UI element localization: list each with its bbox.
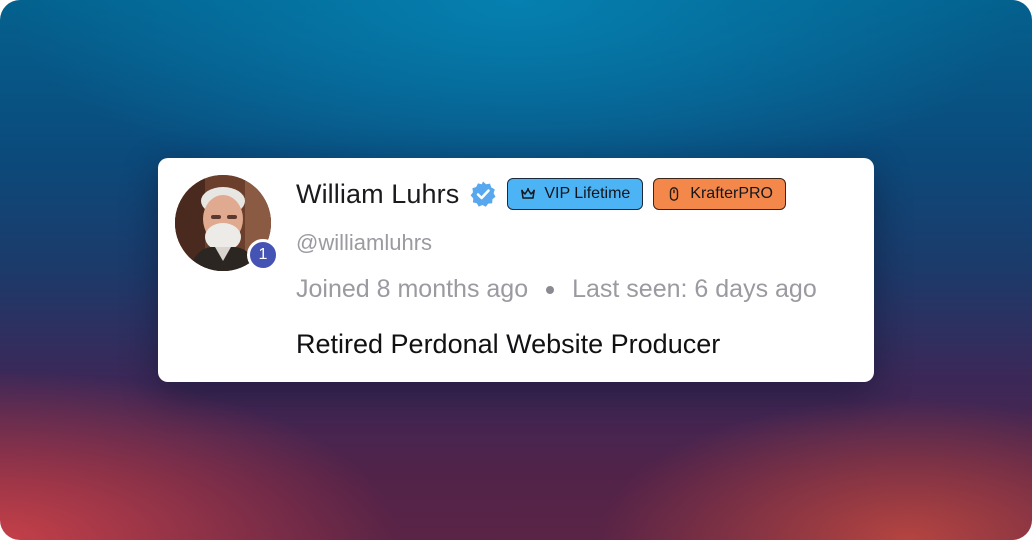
avatar-container[interactable]: 1: [175, 175, 279, 271]
last-seen-text: Last seen: 6 days ago: [572, 275, 817, 303]
activity-meta: Joined 8 months ago Last seen: 6 days ag…: [296, 275, 817, 304]
profile-card: 1 William Luhrs VIP Lifetime KrafterPRO …: [158, 158, 874, 382]
krafterpro-badge-label: KrafterPRO: [690, 185, 773, 202]
gradient-background: 1 William Luhrs VIP Lifetime KrafterPRO …: [0, 0, 1032, 540]
joined-text: Joined 8 months ago: [296, 275, 529, 303]
name-row: William Luhrs VIP Lifetime KrafterPRO: [296, 177, 786, 211]
vip-badge-label: VIP Lifetime: [544, 185, 631, 202]
vip-lifetime-badge[interactable]: VIP Lifetime: [507, 178, 644, 210]
level-badge: 1: [247, 239, 279, 271]
profile-bio: Retired Perdonal Website Producer: [296, 329, 721, 359]
krafterpro-badge[interactable]: KrafterPRO: [653, 178, 786, 210]
crown-icon: [520, 186, 536, 202]
mouse-icon: [666, 186, 682, 202]
profile-name[interactable]: William Luhrs: [296, 179, 459, 210]
separator-dot: [546, 285, 555, 294]
verified-icon: [469, 180, 497, 208]
profile-handle[interactable]: @williamluhrs: [296, 230, 432, 256]
